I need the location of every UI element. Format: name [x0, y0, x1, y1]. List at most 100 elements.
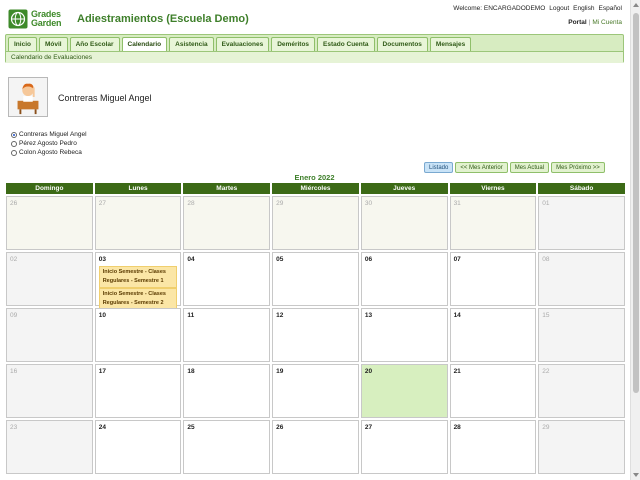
calendar-day[interactable]: 17 — [94, 364, 182, 418]
calendar-day[interactable]: 08 — [538, 252, 625, 306]
calendar-day[interactable]: 12 — [272, 308, 359, 362]
calendar-day[interactable]: 25 — [183, 420, 271, 474]
calendar-day[interactable]: 20 — [360, 364, 448, 418]
espanol-link[interactable]: Español — [599, 5, 623, 12]
listado-button[interactable]: Listado — [424, 162, 454, 173]
calendar-day[interactable]: 13 — [360, 308, 448, 362]
calendar-day[interactable]: 26 — [6, 196, 93, 250]
tab-9[interactable]: Mensajes — [429, 37, 472, 51]
student-option-label: Pérez Agosto Pedro — [19, 140, 77, 147]
tab-0[interactable]: Inicio — [8, 37, 37, 51]
grades-garden-logo[interactable]: Grades Garden — [8, 8, 66, 30]
calendar-day[interactable]: 18 — [183, 364, 271, 418]
tab-7[interactable]: Estado Cuenta — [317, 37, 375, 51]
calendar-day[interactable]: 21 — [449, 364, 537, 418]
student-avatar — [8, 77, 48, 117]
weekday-label: Lunes — [94, 183, 182, 194]
calendar-day[interactable]: 04 — [183, 252, 271, 306]
tab-5[interactable]: Evaluaciones — [215, 37, 270, 51]
student-avatar-icon — [9, 78, 47, 116]
subnav-calendario-evaluaciones[interactable]: Calendario de Evaluaciones — [6, 51, 623, 63]
student-name: Contreras Miguel Angel — [58, 93, 152, 103]
calendar-day[interactable]: 31 — [449, 196, 537, 250]
day-number: 16 — [10, 368, 18, 375]
calendar-event[interactable]: Inicio Semestre - Clases Regulares - Sem… — [98, 266, 178, 288]
calendar-day[interactable]: 29 — [538, 420, 625, 474]
radio-button[interactable] — [11, 149, 17, 156]
weekday-label: Sábado — [538, 183, 625, 194]
calendar-day[interactable]: 14 — [449, 308, 537, 362]
logo-text: Grades Garden — [31, 10, 62, 28]
calendar-day[interactable]: 02 — [6, 252, 93, 306]
day-number: 27 — [98, 200, 106, 207]
tab-4[interactable]: Asistencia — [169, 37, 214, 51]
student-option[interactable]: Pérez Agosto Pedro — [11, 139, 87, 148]
day-number: 07 — [453, 256, 461, 263]
calendar-day[interactable]: 05 — [272, 252, 359, 306]
day-number: 05 — [276, 256, 284, 263]
page-scrollbar[interactable] — [630, 0, 640, 480]
calendar-day[interactable]: 15 — [538, 308, 625, 362]
day-number: 28 — [187, 200, 195, 207]
calendar-day[interactable]: 28 — [449, 420, 537, 474]
scroll-thumb[interactable] — [633, 13, 639, 393]
day-number: 04 — [187, 256, 195, 263]
weekday-label: Jueves — [360, 183, 448, 194]
calendar-day[interactable]: 22 — [538, 364, 625, 418]
mi-cuenta-link[interactable]: Mi Cuenta — [592, 19, 622, 26]
calendar-day[interactable]: 29 — [272, 196, 359, 250]
day-number: 20 — [364, 368, 373, 375]
calendar-day[interactable]: 03 Inicio Semestre - Clases Regulares - S… — [94, 252, 182, 310]
tab-6[interactable]: Deméritos — [271, 37, 316, 51]
tab-1[interactable]: Móvil — [38, 37, 68, 51]
day-number: 26 — [10, 200, 18, 207]
calendar-day[interactable]: 09 — [6, 308, 93, 362]
app-title: Adiestramientos (Escuela Demo) — [77, 13, 249, 25]
calendar-day[interactable]: 01 — [538, 196, 625, 250]
calendar-day[interactable]: 07 — [449, 252, 537, 306]
day-number: 14 — [453, 312, 461, 319]
calendar-day[interactable]: 28 — [183, 196, 271, 250]
day-number: 01 — [542, 200, 550, 207]
calendar-day[interactable]: 27 — [360, 420, 448, 474]
weekday-label: Miércoles — [272, 183, 359, 194]
scroll-up-icon[interactable] — [633, 3, 639, 7]
calendar-body: 26 27 28 29 30 31 01 02 03 Inicio Semestre - Clas… — [6, 196, 625, 474]
calendar-day[interactable]: 06 — [360, 252, 448, 306]
student-option-label: Contreras Miguel Angel — [19, 131, 87, 138]
portal-separator: | — [588, 19, 591, 26]
calendar-day[interactable]: 10 — [94, 308, 182, 362]
current-month-button[interactable]: Mes Actual — [509, 162, 550, 173]
calendar-event[interactable]: Inicio Semestre - Clases Regulares - Sem… — [98, 288, 178, 310]
day-number: 06 — [364, 256, 373, 263]
logout-link[interactable]: Logout — [549, 5, 569, 12]
calendar-day[interactable]: 26 — [272, 420, 359, 474]
calendar-day[interactable]: 27 — [94, 196, 182, 250]
prev-month-button[interactable]: << Mes Anterior — [455, 162, 508, 173]
english-link[interactable]: English — [573, 5, 594, 12]
radio-button[interactable] — [11, 131, 17, 138]
calendar-day[interactable]: 16 — [6, 364, 93, 418]
day-number: 23 — [10, 424, 18, 431]
calendar-day[interactable]: 24 — [94, 420, 182, 474]
calendar-day[interactable]: 19 — [272, 364, 359, 418]
day-number: 22 — [542, 368, 550, 375]
scroll-down-icon[interactable] — [633, 473, 639, 477]
student-option[interactable]: Contreras Miguel Angel — [11, 130, 87, 139]
calendar-day[interactable]: 30 — [360, 196, 448, 250]
tab-3[interactable]: Calendario — [121, 37, 168, 51]
portal-link[interactable]: Portal — [568, 19, 586, 26]
day-number: 08 — [542, 256, 550, 263]
radio-button[interactable] — [11, 140, 17, 147]
day-number: 19 — [276, 368, 284, 375]
month-title: Enero 2022 — [294, 173, 335, 182]
tab-8[interactable]: Documentos — [376, 37, 428, 51]
student-option[interactable]: Colon Agosto Rebeca — [11, 148, 87, 157]
day-number: 18 — [187, 368, 195, 375]
calendar-day[interactable]: 11 — [183, 308, 271, 362]
calendar-day[interactable]: 23 — [6, 420, 93, 474]
day-number: 25 — [187, 424, 195, 431]
day-number: 31 — [453, 200, 461, 207]
next-month-button[interactable]: Mes Próximo >> — [551, 162, 605, 173]
tab-2[interactable]: Año Escolar — [69, 37, 120, 51]
